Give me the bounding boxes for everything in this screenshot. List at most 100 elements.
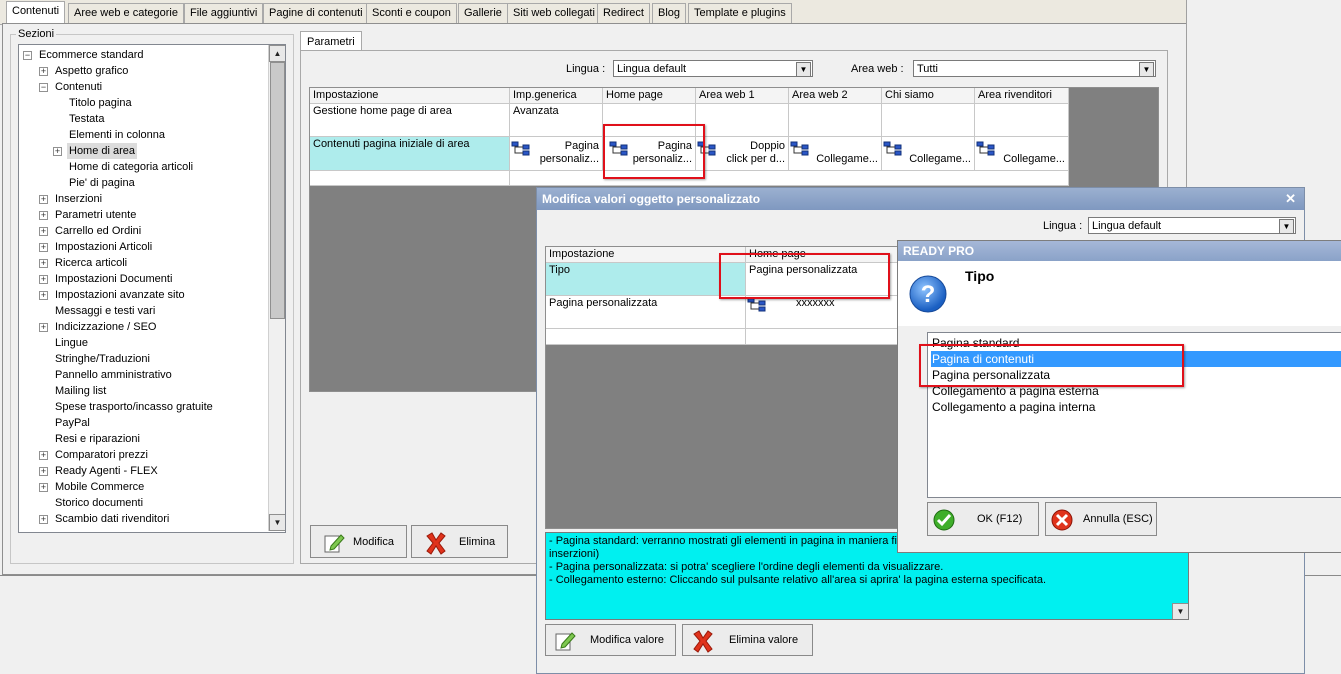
grid-row-label[interactable]: Gestione home page di area [310,104,510,137]
grid-cell[interactable]: Avanzata [510,104,603,137]
dialog-lingua-select[interactable]: Lingua default ▼ [1088,217,1296,234]
tab-blog[interactable]: Blog [652,3,687,23]
list-item[interactable]: Pagina personalizzata [931,367,1341,383]
tree-item[interactable]: Elementi in colonna [67,127,167,143]
tree-item[interactable]: Mobile Commerce [53,479,146,495]
tab-siti-web-collegati[interactable]: Siti web collegati [507,3,601,23]
expand-icon[interactable]: + [39,275,48,284]
tipo-options-list[interactable]: Pagina standard Pagina di contenuti Pagi… [927,332,1341,498]
tree-item[interactable]: Pie' di pagina [67,175,137,191]
expand-icon[interactable]: + [39,323,48,332]
expand-icon[interactable]: + [39,291,48,300]
grid-row-label[interactable]: Pagina personalizzata [546,296,746,329]
tree-item[interactable]: Inserzioni [53,191,104,207]
tree-item[interactable]: Lingue [53,335,90,351]
expand-icon[interactable]: + [39,195,48,204]
tab-gallerie[interactable]: Gallerie [458,3,508,23]
grid-header: Area rivenditori [975,88,1069,104]
tree-item[interactable]: Titolo pagina [67,95,134,111]
grid-row-label[interactable]: Contenuti pagina iniziale di area [310,137,510,171]
expand-icon[interactable]: + [53,147,62,156]
tree-item[interactable]: Stringhe/Traduzioni [53,351,152,367]
tree-item[interactable]: Messaggi e testi vari [53,303,157,319]
grid-cell[interactable]: Pagina personaliz... [510,137,603,171]
tab-redirect[interactable]: Redirect [597,3,650,23]
grid-cell[interactable] [789,104,882,137]
expand-icon[interactable]: + [39,515,48,524]
tree-item[interactable]: Home di categoria articoli [67,159,195,175]
elimina-valore-button[interactable]: Elimina valore [682,624,813,656]
annulla-button[interactable]: Annulla (ESC) [1045,502,1157,536]
tree-item[interactable]: Indicizzazione / SEO [53,319,159,335]
list-item[interactable]: Collegamento a pagina esterna [931,383,1341,399]
sections-tree[interactable]: − Ecommerce standard + Aspetto grafico − Cont… [18,44,286,533]
tab-sconti-coupon[interactable]: Sconti e coupon [366,3,457,23]
tree-item[interactable]: Spese trasporto/incasso gratuite [53,399,215,415]
tab-pagine-contenuti[interactable]: Pagine di contenuti [263,3,369,23]
grid-header: Impostazione [546,247,746,263]
grid-cell[interactable] [882,104,975,137]
tree-item[interactable]: Impostazioni avanzate sito [53,287,187,303]
dialog-grid[interactable]: Impostazione Home page Tipo Pagina perso… [545,246,947,529]
tree-item[interactable]: Mailing list [53,383,108,399]
tree-item[interactable]: Impostazioni Articoli [53,239,154,255]
close-icon[interactable]: ✕ [1285,188,1296,210]
tab-file-aggiuntivi[interactable]: File aggiuntivi [184,3,264,23]
expand-icon[interactable]: + [39,211,48,220]
list-item[interactable]: Pagina standard [931,335,1341,351]
scroll-up-button[interactable]: ▲ [269,45,285,62]
grid-cell[interactable]: Doppio click per d... [696,137,789,171]
grid-cell[interactable] [975,104,1069,137]
collapse-icon[interactable]: − [39,83,48,92]
tree-item[interactable]: Parametri utente [53,207,138,223]
scroll-down-button[interactable]: ▼ [269,514,285,531]
elimina-button[interactable]: Elimina [411,525,508,558]
tree-item[interactable]: Contenuti [53,79,104,95]
grid-cell[interactable]: Collegame... [789,137,882,171]
grid-cell[interactable] [696,104,789,137]
tree-item[interactable]: Resi e riparazioni [53,431,142,447]
tree-item[interactable]: Ecommerce standard [37,47,146,63]
tree-item[interactable]: Ready Agenti - FLEX [53,463,160,479]
collapse-icon[interactable]: − [23,51,32,60]
lingua-select[interactable]: Lingua default ▼ [613,60,813,77]
list-item-selected[interactable]: Pagina di contenuti [931,351,1341,367]
expand-icon[interactable]: + [39,483,48,492]
expand-icon[interactable]: + [39,467,48,476]
tree-item[interactable]: Aspetto grafico [53,63,130,79]
grid-cell[interactable]: Pagina personaliz... [603,137,696,171]
tree-item[interactable]: Home di area [67,143,138,159]
tree-item[interactable]: PayPal [53,415,92,431]
tree-item[interactable]: Carrello ed Ordini [53,223,143,239]
tree-item[interactable]: Comparatori prezzi [53,447,150,463]
tree-item[interactable]: Scambio dati rivenditori [53,511,171,527]
tree-item[interactable]: Testata [67,111,106,127]
expand-icon[interactable]: + [39,243,48,252]
modifica-button[interactable]: Modifica [310,525,407,558]
tree-item[interactable]: Storico documenti [53,495,145,511]
grid-cell[interactable]: Collegame... [975,137,1069,171]
ok-button[interactable]: OK (F12) [927,502,1039,536]
tree-item[interactable]: Ricerca articoli [53,255,129,271]
tree-scrollbar[interactable]: ▲ ▼ [268,45,285,531]
tab-parametri[interactable]: Parametri [300,31,362,51]
description-scroll-down[interactable]: ▼ [1172,603,1188,619]
tab-template-plugins[interactable]: Template e plugins [688,3,792,23]
tree-item[interactable]: Impostazioni Documenti [53,271,174,287]
grid-cell[interactable] [603,104,696,137]
tree-item[interactable]: Pannello amministrativo [53,367,174,383]
expand-icon[interactable]: + [39,451,48,460]
hierarchy-icon [883,141,902,156]
grid-row-label[interactable]: Tipo [546,263,746,296]
modifica-valore-button[interactable]: Modifica valore [545,624,676,656]
grid-cell[interactable]: Collegame... [882,137,975,171]
ready-pro-dialog: READY PRO ? Tipo Pagina standard Pagina … [897,240,1341,553]
expand-icon[interactable]: + [39,67,48,76]
area-web-select[interactable]: Tutti ▼ [913,60,1156,77]
tab-aree-web-categorie[interactable]: Aree web e categorie [68,3,184,23]
expand-icon[interactable]: + [39,259,48,268]
tab-contenuti[interactable]: Contenuti [6,1,66,24]
list-item[interactable]: Collegamento a pagina interna [931,399,1341,415]
scroll-thumb[interactable] [270,62,285,319]
expand-icon[interactable]: + [39,227,48,236]
